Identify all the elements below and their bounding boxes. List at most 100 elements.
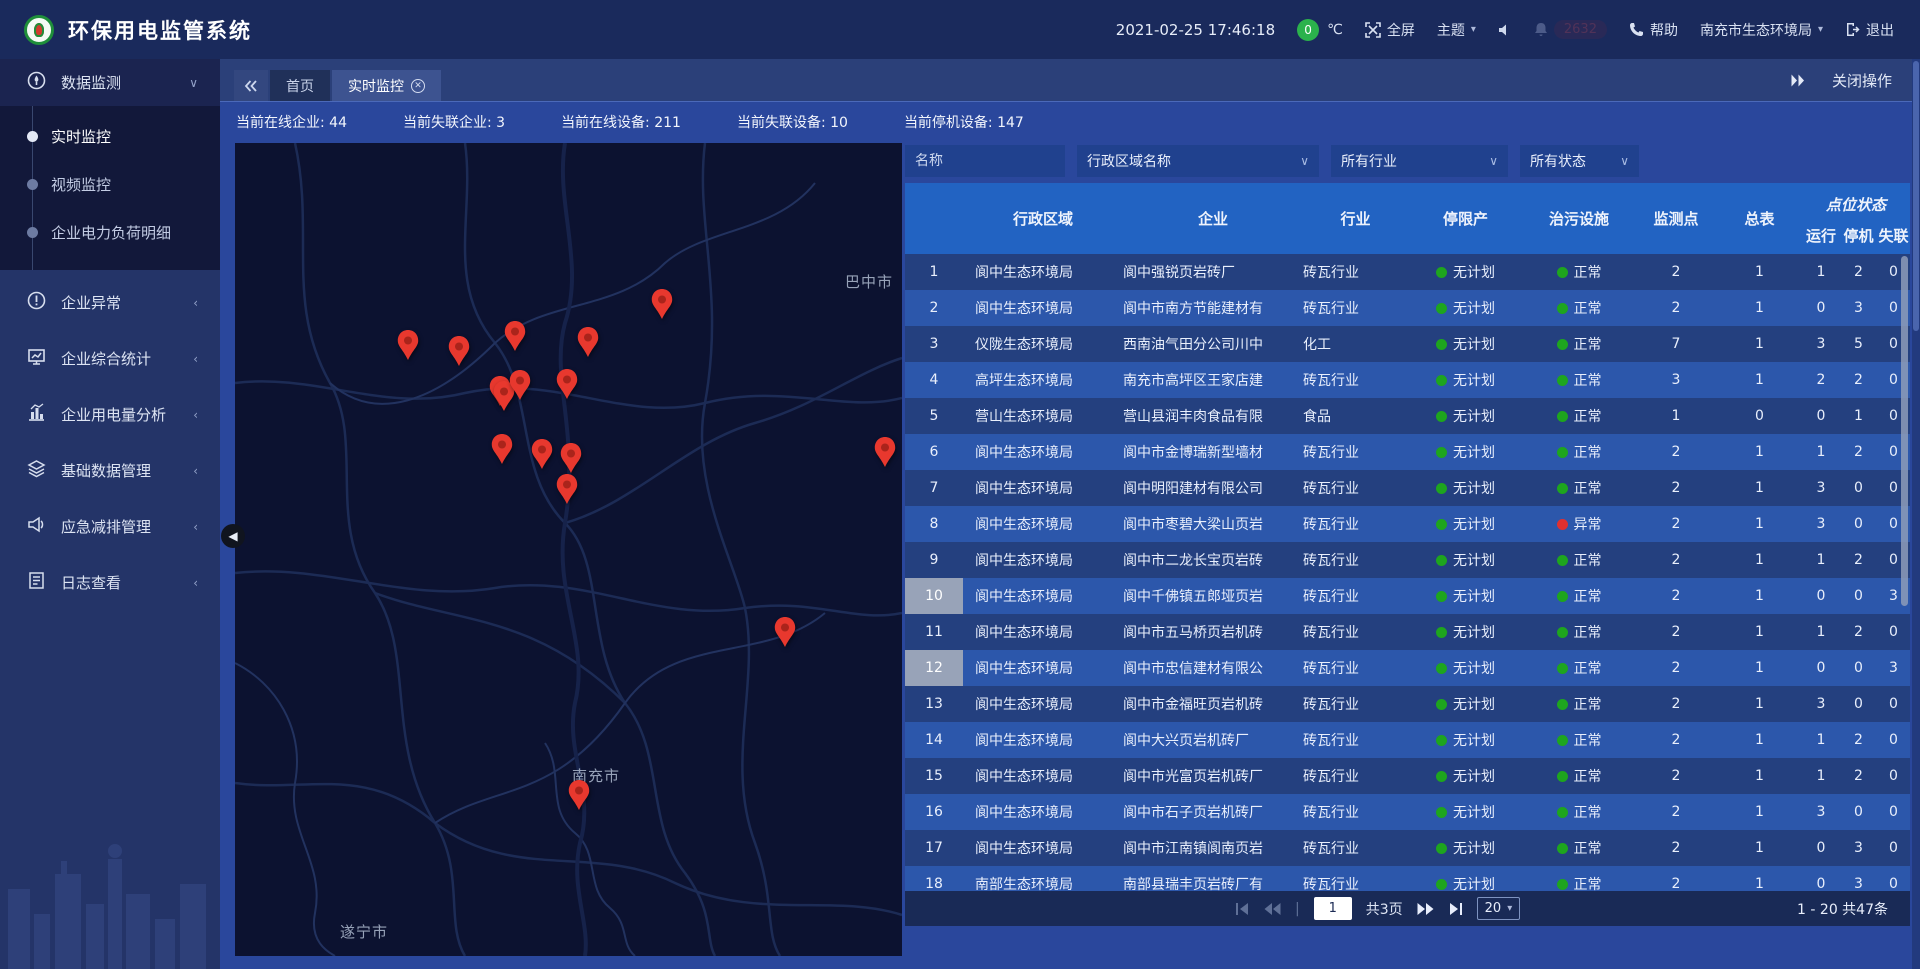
- table-row-9[interactable]: 9阆中生态环境局阆中市二龙长宝页岩砖砖瓦行业无计划正常21120: [905, 542, 1910, 578]
- row-region: 阆中生态环境局: [963, 650, 1123, 686]
- map-pin-icon[interactable]: [397, 330, 419, 360]
- row-total-count: 1: [1717, 506, 1802, 542]
- table-row-11[interactable]: 11阆中生态环境局阆中市五马桥页岩机砖砖瓦行业无计划正常21120: [905, 614, 1910, 650]
- previous-page-button[interactable]: [1264, 903, 1281, 915]
- map-pin-icon[interactable]: [874, 437, 896, 467]
- table-row-16[interactable]: 16阆中生态环境局阆中市石子页岩机砖厂砖瓦行业无计划正常21300: [905, 794, 1910, 830]
- table-row-7[interactable]: 7阆中生态环境局阆中明阳建材有限公司砖瓦行业无计划正常21300: [905, 470, 1910, 506]
- status-dot-icon: [1557, 375, 1568, 386]
- table-row-1[interactable]: 1阆中生态环境局阆中强锐页岩砖厂砖瓦行业无计划正常21120: [905, 254, 1910, 290]
- row-production-status: 无计划: [1408, 794, 1523, 830]
- alerts-button[interactable]: 2632: [1534, 20, 1607, 39]
- row-index: 8: [905, 506, 963, 542]
- page-scrollbar[interactable]: [1912, 59, 1920, 969]
- map-pin-icon[interactable]: [509, 370, 531, 400]
- sidebar-item-企业电力负荷明细[interactable]: 企业电力负荷明细: [0, 208, 220, 256]
- sidebar-group-5[interactable]: 基础数据管理‹: [0, 447, 220, 494]
- sidebar-group-1[interactable]: 数据监测∨: [0, 59, 220, 106]
- page-number-input[interactable]: [1314, 897, 1352, 920]
- status-dot-icon: [1436, 555, 1447, 566]
- sound-button[interactable]: [1498, 23, 1512, 37]
- table-row-5[interactable]: 5营山生态环境局营山县润丰肉食品有限食品无计划正常10010: [905, 398, 1910, 434]
- row-index: 5: [905, 398, 963, 434]
- region-filter-select[interactable]: 行政区域名称 ∨: [1077, 145, 1319, 177]
- row-monitor-count: 2: [1635, 794, 1717, 830]
- chevron-down-icon: ▾: [1818, 24, 1823, 35]
- row-lost-count: 0: [1877, 722, 1910, 758]
- row-run-count: 0: [1802, 578, 1840, 614]
- table-row-4[interactable]: 4高坪生态环境局南充市高坪区王家店建砖瓦行业无计划正常31220: [905, 362, 1910, 398]
- table-scrollbar-thumb[interactable]: [1901, 256, 1908, 606]
- map-pin-icon[interactable]: [560, 443, 582, 473]
- alert-count-badge: 2632: [1554, 20, 1607, 39]
- row-region: 阆中生态环境局: [963, 470, 1123, 506]
- map-pin-icon[interactable]: [491, 434, 513, 464]
- map-pin-icon[interactable]: [448, 336, 470, 366]
- table-row-14[interactable]: 14阆中生态环境局阆中大兴页岩机砖厂砖瓦行业无计划正常21120: [905, 722, 1910, 758]
- name-filter-input[interactable]: [915, 153, 1055, 169]
- map-pin-icon[interactable]: [651, 289, 673, 319]
- map-panel[interactable]: 巴中市南充市遂宁市: [235, 143, 902, 956]
- last-page-button[interactable]: [1448, 903, 1463, 915]
- row-lost-count: 0: [1877, 758, 1910, 794]
- tab-close-icon[interactable]: ✕: [411, 79, 425, 93]
- table-row-13[interactable]: 13阆中生态环境局阆中市金福旺页岩机砖砖瓦行业无计划正常21300: [905, 686, 1910, 722]
- page-scrollbar-thumb[interactable]: [1913, 61, 1919, 331]
- sidebar-group-3[interactable]: 企业综合统计‹: [0, 335, 220, 382]
- map-pin-icon[interactable]: [556, 369, 578, 399]
- table-row-18[interactable]: 18南部生态环境局南部县瑞丰页岩砖厂有砖瓦行业无计划正常21030: [905, 866, 1910, 891]
- row-industry: 砖瓦行业: [1303, 758, 1408, 794]
- sidebar-group-4[interactable]: 企业用电量分析‹: [0, 391, 220, 438]
- table-row-8[interactable]: 8阆中生态环境局阆中市枣碧大梁山页岩砖瓦行业无计划异常21300: [905, 506, 1910, 542]
- row-industry: 砖瓦行业: [1303, 830, 1408, 866]
- org-name: 南充市生态环境局: [1700, 20, 1812, 40]
- tabs-scroll-left-button[interactable]: [234, 70, 268, 101]
- first-page-button[interactable]: [1235, 903, 1250, 915]
- table-row-17[interactable]: 17阆中生态环境局阆中市江南镇阆南页岩砖瓦行业无计划正常21030: [905, 830, 1910, 866]
- row-facility-status: 正常: [1523, 578, 1635, 614]
- page-size-select[interactable]: 20 ▾: [1477, 897, 1521, 920]
- theme-dropdown[interactable]: 主题 ▾: [1437, 20, 1476, 40]
- sidebar-item-视频监控[interactable]: 视频监控: [0, 160, 220, 208]
- map-pin-icon[interactable]: [556, 474, 578, 504]
- table-row-12[interactable]: 12阆中生态环境局阆中市忠信建材有限公砖瓦行业无计划正常21003: [905, 650, 1910, 686]
- sidebar-collapse-button[interactable]: ◀: [221, 524, 245, 548]
- sidebar-group-7[interactable]: 日志查看‹: [0, 559, 220, 606]
- next-page-button[interactable]: [1417, 903, 1434, 915]
- industry-filter-select[interactable]: 所有行业 ∨: [1331, 145, 1508, 177]
- row-stop-count: 0: [1840, 650, 1877, 686]
- fullscreen-button[interactable]: 全屏: [1365, 20, 1415, 40]
- map-pin-icon[interactable]: [774, 617, 796, 647]
- close-operations-button[interactable]: 关闭操作: [1832, 70, 1892, 91]
- sidebar-item-实时监控[interactable]: 实时监控: [0, 112, 220, 160]
- table-row-15[interactable]: 15阆中生态环境局阆中市光富页岩机砖厂砖瓦行业无计划正常21120: [905, 758, 1910, 794]
- map-pin-icon[interactable]: [531, 439, 553, 469]
- sidebar-group-2[interactable]: 企业异常‹: [0, 279, 220, 326]
- table-row-6[interactable]: 6阆中生态环境局阆中市金博瑞新型墙材砖瓦行业无计划正常21120: [905, 434, 1910, 470]
- row-total-count: 1: [1717, 794, 1802, 830]
- row-lost-count: 0: [1877, 614, 1910, 650]
- name-filter-input-box[interactable]: [905, 145, 1065, 177]
- app-title: 环保用电监管系统: [68, 15, 252, 45]
- table-row-10[interactable]: 10阆中生态环境局阆中千佛镇五郎垭页岩砖瓦行业无计划正常21003: [905, 578, 1910, 614]
- exit-icon: [1845, 22, 1860, 37]
- org-dropdown[interactable]: 南充市生态环境局 ▾: [1700, 20, 1823, 40]
- double-chevron-right-icon[interactable]: [1790, 74, 1806, 87]
- help-button[interactable]: 帮助: [1629, 20, 1678, 40]
- column-header-region: 行政区域: [963, 183, 1123, 254]
- logout-button[interactable]: 退出: [1845, 20, 1894, 40]
- row-stop-count: 2: [1840, 722, 1877, 758]
- point-status-group-title: 点位状态: [1802, 183, 1910, 217]
- map-pin-icon[interactable]: [504, 321, 526, 351]
- row-production-status: 无计划: [1408, 506, 1523, 542]
- status-filter-select[interactable]: 所有状态 ∨: [1520, 145, 1639, 177]
- table-row-2[interactable]: 2阆中生态环境局阆中市南方节能建材有砖瓦行业无计划正常21030: [905, 290, 1910, 326]
- tab-首页[interactable]: 首页: [270, 70, 330, 101]
- sidebar-group-6[interactable]: 应急减排管理‹: [0, 503, 220, 550]
- map-pin-icon[interactable]: [568, 780, 590, 810]
- log-icon: [27, 571, 46, 594]
- table-row-3[interactable]: 3仪陇生态环境局西南油气田分公司川中化工无计划正常71350: [905, 326, 1910, 362]
- row-company: 阆中明阳建材有限公司: [1123, 470, 1303, 506]
- map-pin-icon[interactable]: [577, 327, 599, 357]
- tab-实时监控[interactable]: 实时监控✕: [332, 70, 441, 101]
